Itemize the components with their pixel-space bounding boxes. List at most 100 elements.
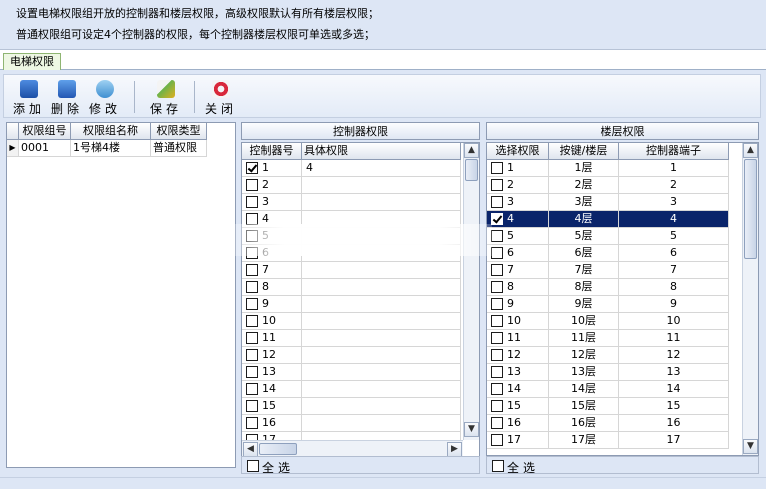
controller-row-1[interactable]: 1 bbox=[242, 160, 302, 177]
controller-perm-cell[interactable] bbox=[302, 177, 461, 194]
floor-key-cell[interactable]: 3层 bbox=[549, 194, 619, 211]
controller-row-10[interactable]: 10 bbox=[242, 313, 302, 330]
group-name-cell[interactable]: 1号梯4楼 bbox=[71, 140, 151, 157]
controller-row-3[interactable]: 3 bbox=[242, 194, 302, 211]
floor-port-cell[interactable]: 8 bbox=[619, 279, 729, 296]
floor-key-cell[interactable]: 15层 bbox=[549, 398, 619, 415]
controller-row-14[interactable]: 14 bbox=[242, 381, 302, 398]
controller-perm-cell[interactable] bbox=[302, 194, 461, 211]
floor-row-8[interactable]: 8 bbox=[487, 279, 549, 296]
controller-checkbox[interactable] bbox=[246, 162, 258, 174]
controller-select-all[interactable]: 全选 bbox=[241, 456, 480, 475]
floor-row-4[interactable]: 4 bbox=[487, 211, 549, 228]
floor-port-cell[interactable]: 1 bbox=[619, 160, 729, 177]
floor-checkbox[interactable] bbox=[491, 434, 503, 446]
controller-checkbox[interactable] bbox=[246, 349, 258, 361]
floor-row-6[interactable]: 6 bbox=[487, 245, 549, 262]
floor-checkbox[interactable] bbox=[491, 281, 503, 293]
edit-button[interactable]: 修改 bbox=[86, 76, 124, 118]
controller-checkbox[interactable] bbox=[246, 281, 258, 293]
controller-checkbox[interactable] bbox=[246, 298, 258, 310]
floor-row-5[interactable]: 5 bbox=[487, 228, 549, 245]
controller-vscrollbar[interactable]: ▲ ▼ bbox=[463, 143, 479, 440]
controller-row-12[interactable]: 12 bbox=[242, 347, 302, 364]
floor-key-cell[interactable]: 13层 bbox=[549, 364, 619, 381]
floor-port-cell[interactable]: 10 bbox=[619, 313, 729, 330]
scroll-up-icon[interactable]: ▲ bbox=[743, 143, 758, 158]
floor-checkbox[interactable] bbox=[491, 383, 503, 395]
floor-checkbox[interactable] bbox=[491, 417, 503, 429]
group-id-cell[interactable]: 0001 bbox=[19, 140, 71, 157]
controller-checkbox[interactable] bbox=[246, 332, 258, 344]
floor-checkbox[interactable] bbox=[491, 349, 503, 361]
controller-perm-cell[interactable] bbox=[302, 330, 461, 347]
controller-vscroll-thumb[interactable] bbox=[465, 159, 478, 181]
floor-vscrollbar[interactable]: ▲ ▼ bbox=[742, 143, 758, 455]
controller-row-7[interactable]: 7 bbox=[242, 262, 302, 279]
scroll-down-icon[interactable]: ▼ bbox=[464, 422, 479, 437]
floor-row-7[interactable]: 7 bbox=[487, 262, 549, 279]
floor-select-all[interactable]: 全选 bbox=[486, 456, 759, 475]
controller-perm-cell[interactable]: 4 bbox=[302, 160, 461, 177]
floor-vscroll-thumb[interactable] bbox=[744, 159, 757, 259]
floor-port-cell[interactable]: 14 bbox=[619, 381, 729, 398]
floor-port-cell[interactable]: 12 bbox=[619, 347, 729, 364]
floor-port-cell[interactable]: 3 bbox=[619, 194, 729, 211]
delete-button[interactable]: 删除 bbox=[48, 76, 86, 118]
floor-port-cell[interactable]: 16 bbox=[619, 415, 729, 432]
controller-checkbox[interactable] bbox=[246, 196, 258, 208]
floor-key-cell[interactable]: 1层 bbox=[549, 160, 619, 177]
floor-row-17[interactable]: 17 bbox=[487, 432, 549, 449]
floor-key-cell[interactable]: 4层 bbox=[549, 211, 619, 228]
controller-hscroll-thumb[interactable] bbox=[259, 443, 297, 455]
floor-checkbox[interactable] bbox=[491, 264, 503, 276]
floor-key-cell[interactable]: 8层 bbox=[549, 279, 619, 296]
controller-checkbox[interactable] bbox=[246, 366, 258, 378]
floor-key-cell[interactable]: 6层 bbox=[549, 245, 619, 262]
scroll-right-icon[interactable]: ▶ bbox=[447, 442, 462, 457]
floor-select-all-checkbox[interactable] bbox=[492, 460, 504, 472]
floor-port-cell[interactable]: 7 bbox=[619, 262, 729, 279]
controller-perm-cell[interactable] bbox=[302, 262, 461, 279]
floor-key-cell[interactable]: 11层 bbox=[549, 330, 619, 347]
controller-perm-cell[interactable] bbox=[302, 279, 461, 296]
floor-checkbox[interactable] bbox=[491, 400, 503, 412]
controller-checkbox[interactable] bbox=[246, 417, 258, 429]
floor-port-cell[interactable]: 5 bbox=[619, 228, 729, 245]
floor-row-12[interactable]: 12 bbox=[487, 347, 549, 364]
floor-row-10[interactable]: 10 bbox=[487, 313, 549, 330]
controller-row-11[interactable]: 11 bbox=[242, 330, 302, 347]
floor-checkbox[interactable] bbox=[491, 332, 503, 344]
floor-checkbox[interactable] bbox=[491, 179, 503, 191]
floor-row-2[interactable]: 2 bbox=[487, 177, 549, 194]
controller-row-13[interactable]: 13 bbox=[242, 364, 302, 381]
floor-checkbox[interactable] bbox=[491, 230, 503, 242]
controller-checkbox[interactable] bbox=[246, 264, 258, 276]
floor-port-cell[interactable]: 9 bbox=[619, 296, 729, 313]
floor-row-14[interactable]: 14 bbox=[487, 381, 549, 398]
floor-key-cell[interactable]: 14层 bbox=[549, 381, 619, 398]
floor-row-11[interactable]: 11 bbox=[487, 330, 549, 347]
floor-checkbox[interactable] bbox=[491, 213, 503, 225]
floor-port-cell[interactable]: 6 bbox=[619, 245, 729, 262]
floor-port-cell[interactable]: 4 bbox=[619, 211, 729, 228]
save-button[interactable]: 保存 bbox=[146, 76, 186, 118]
controller-perm-cell[interactable] bbox=[302, 347, 461, 364]
floor-checkbox[interactable] bbox=[491, 366, 503, 378]
scroll-up-icon[interactable]: ▲ bbox=[464, 143, 479, 158]
floor-key-cell[interactable]: 10层 bbox=[549, 313, 619, 330]
controller-row-8[interactable]: 8 bbox=[242, 279, 302, 296]
controller-checkbox[interactable] bbox=[246, 179, 258, 191]
scroll-left-icon[interactable]: ◀ bbox=[243, 442, 258, 457]
floor-row-13[interactable]: 13 bbox=[487, 364, 549, 381]
controller-hscrollbar[interactable]: ◀ ▶ bbox=[242, 440, 463, 457]
controller-row-9[interactable]: 9 bbox=[242, 296, 302, 313]
floor-key-cell[interactable]: 12层 bbox=[549, 347, 619, 364]
floor-key-cell[interactable]: 2层 bbox=[549, 177, 619, 194]
floor-checkbox[interactable] bbox=[491, 162, 503, 174]
floor-port-cell[interactable]: 2 bbox=[619, 177, 729, 194]
controller-perm-cell[interactable] bbox=[302, 296, 461, 313]
controller-perm-cell[interactable] bbox=[302, 415, 461, 432]
controller-perm-cell[interactable] bbox=[302, 398, 461, 415]
floor-checkbox[interactable] bbox=[491, 247, 503, 259]
